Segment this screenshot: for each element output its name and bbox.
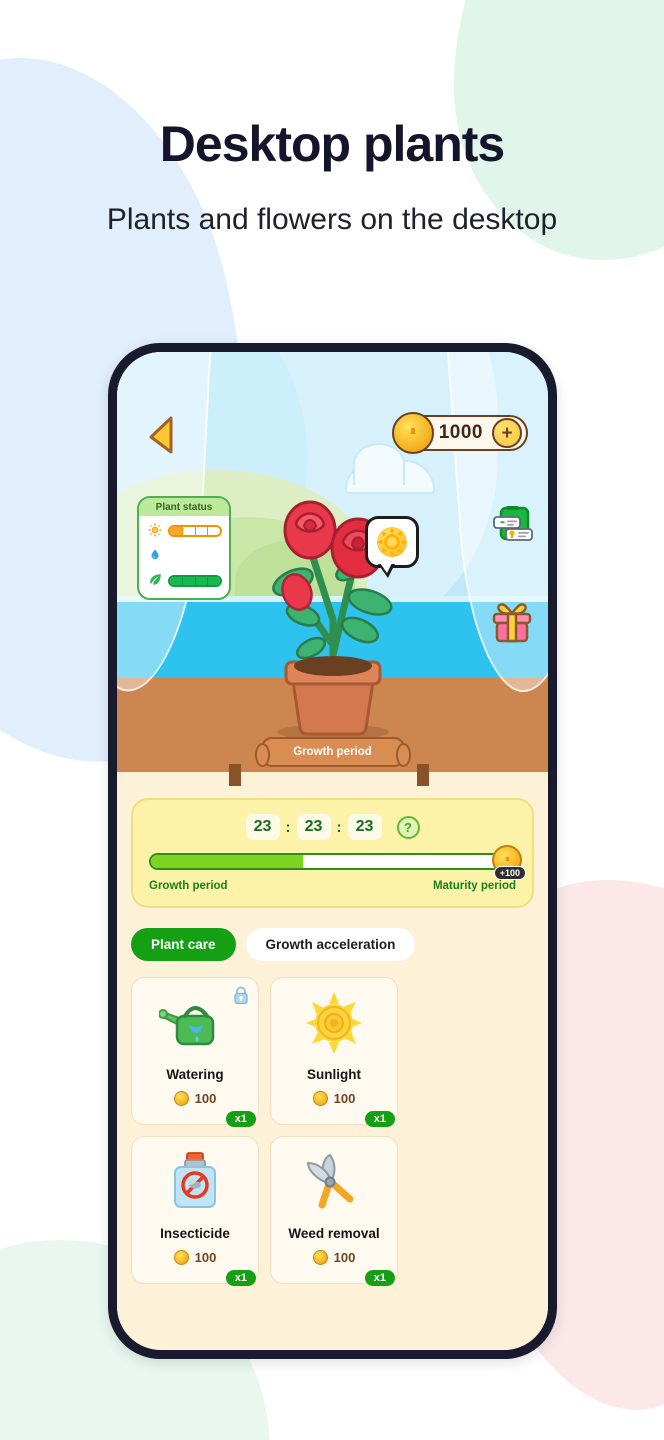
category-tabs: Plant care Growth acceleration [131, 928, 534, 961]
coin-icon [391, 412, 434, 454]
sun-icon [377, 527, 407, 557]
pruning-shears-icon [298, 1151, 370, 1213]
tab-plant-care[interactable]: Plant care [131, 928, 236, 961]
phone-mockup: 1000 + Plant status Growth period 23: 2… [108, 343, 557, 1359]
item-price: 100 [173, 1091, 217, 1106]
item-quantity: x1 [364, 1111, 395, 1127]
game-scene: 1000 + Plant status Growth period [117, 352, 548, 772]
item-price-value: 100 [194, 1250, 217, 1265]
item-name: Sunlight [307, 1067, 361, 1082]
table-post-left [229, 764, 241, 786]
progress-track [149, 853, 516, 870]
sunlight-hint-bubble[interactable] [365, 516, 419, 578]
growth-progress-bar: +100 [149, 845, 526, 880]
help-button[interactable]: ? [396, 815, 420, 839]
timer-minutes: 23 [296, 814, 331, 840]
rose-plant-in-pot[interactable] [248, 470, 418, 740]
progress-label-left: Growth period [149, 880, 228, 892]
item-grid: x1 Watering 100 x1 Sunlight 100 x1 Insec… [131, 977, 534, 1286]
coin-balance-bar[interactable]: 1000 + [391, 412, 528, 454]
reward-badge: +100 [493, 866, 526, 880]
item-price-value: 100 [333, 1091, 356, 1106]
nutrition-meter [168, 574, 222, 587]
page-subtitle: Plants and flowers on the desktop [106, 202, 558, 236]
item-quantity: x1 [364, 1270, 395, 1286]
page-title: Desktop plants [159, 116, 505, 172]
progress-labels: Growth period Maturity period [149, 880, 516, 892]
timer-separator-2: : [336, 818, 342, 836]
plant-status-bars [139, 516, 229, 598]
sun-icon [298, 992, 370, 1054]
plant-status-title: Plant status [139, 498, 229, 516]
item-name: Weed removal [288, 1226, 380, 1241]
coin-icon [173, 1091, 189, 1106]
gift-icon[interactable] [490, 602, 534, 644]
item-price: 100 [173, 1250, 217, 1265]
item-price: 100 [312, 1091, 356, 1106]
water-drop-icon [146, 548, 164, 564]
countdown-timer: 23 : 23 : 23 ? [149, 814, 516, 840]
sun-icon [146, 522, 164, 540]
table-post-right [417, 764, 429, 786]
timer-hours: 23 [245, 814, 280, 840]
item-name: Watering [166, 1067, 224, 1082]
status-row-water [146, 548, 222, 564]
phone-screen: 1000 + Plant status Growth period 23: 2… [117, 352, 548, 1350]
item-card-watering[interactable]: x1 Watering 100 [131, 977, 259, 1127]
plant-status-card: Plant status [137, 496, 231, 600]
timer-separator-1: : [285, 818, 291, 836]
growth-period-banner: Growth period [254, 737, 411, 767]
item-price: 100 [312, 1250, 356, 1265]
item-quantity: x1 [225, 1111, 256, 1127]
coin-icon [173, 1250, 189, 1265]
sunlight-meter [168, 525, 222, 537]
item-quantity: x1 [225, 1270, 256, 1286]
item-price-value: 100 [194, 1091, 217, 1106]
coin-balance-value: 1000 [438, 422, 483, 443]
lock-icon [233, 986, 249, 1005]
progress-fill [151, 855, 304, 868]
add-coins-button[interactable]: + [492, 418, 522, 448]
item-price-value: 100 [333, 1250, 356, 1265]
back-arrow-icon[interactable] [145, 415, 175, 455]
item-card-insecticide[interactable]: x1 Insecticide 100 [131, 1136, 259, 1286]
leaf-icon [146, 572, 164, 589]
status-row-nutrition [146, 572, 222, 589]
tab-growth-acceleration[interactable]: Growth acceleration [245, 928, 416, 961]
progress-label-right: Maturity period [432, 880, 516, 892]
coin-icon [312, 1091, 328, 1106]
status-row-sunlight [146, 522, 222, 540]
item-name: Insecticide [160, 1226, 230, 1241]
notebook-icon[interactable] [492, 505, 534, 547]
insecticide-bottle-icon [159, 1151, 231, 1213]
bottom-panel: 23 : 23 : 23 ? +100 Growth period Maturi… [117, 764, 548, 1350]
page-header: Desktop plants Plants and flowers on the… [0, 0, 664, 237]
item-card-sunlight[interactable]: x1 Sunlight 100 [270, 977, 398, 1127]
growth-progress-card: 23 : 23 : 23 ? +100 Growth period Maturi… [131, 798, 534, 908]
coin-icon [312, 1250, 328, 1265]
item-card-weed-removal[interactable]: x1 Weed removal 100 [270, 1136, 398, 1286]
watering-can-icon [159, 992, 231, 1054]
timer-seconds: 23 [347, 814, 382, 840]
